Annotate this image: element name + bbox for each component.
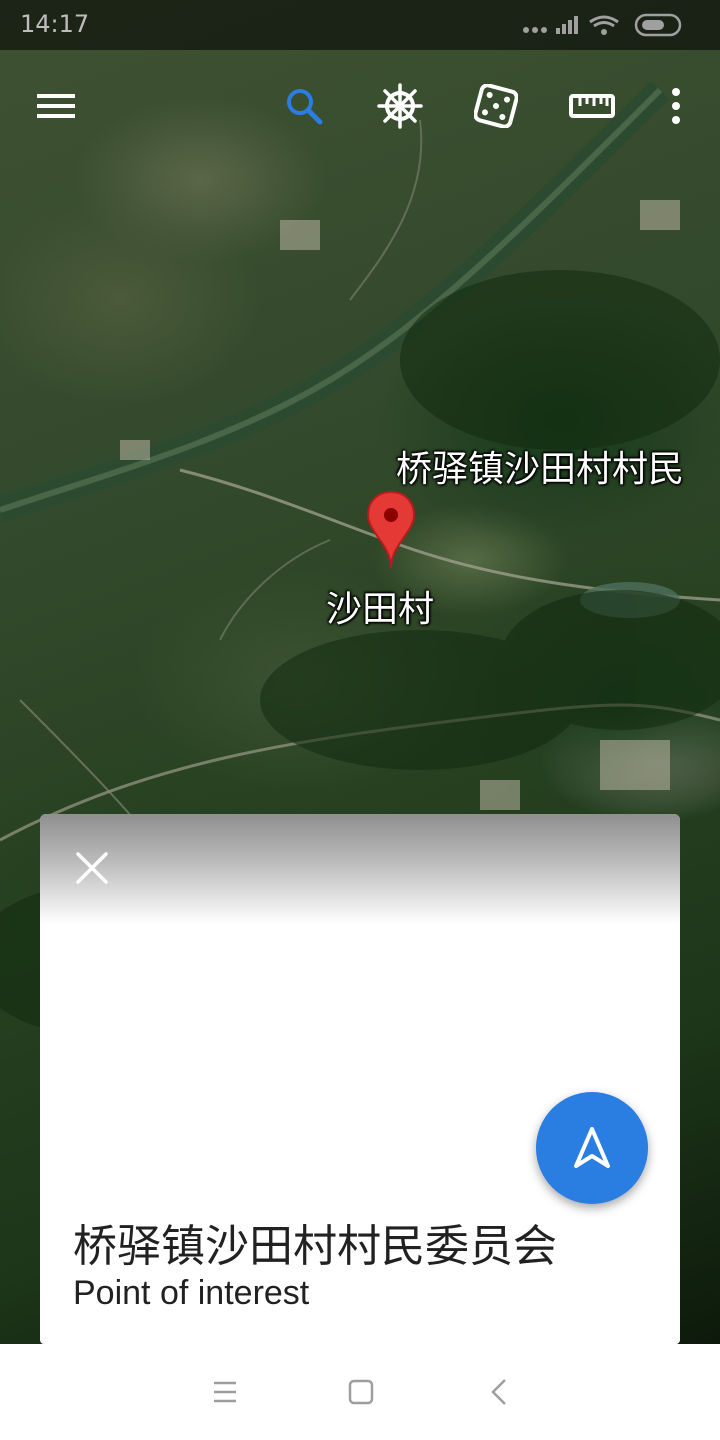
status-time: 14:17 — [20, 10, 90, 38]
place-category: Point of interest — [73, 1274, 310, 1312]
menu-icon[interactable] — [28, 78, 84, 134]
home-icon[interactable] — [341, 1372, 381, 1412]
card-image-header — [40, 814, 680, 924]
place-title: 桥驿镇沙田村村民委员会 — [73, 1221, 557, 1272]
dice-icon[interactable] — [468, 78, 524, 134]
navigation-arrow-icon — [574, 1127, 610, 1168]
village-map-label[interactable]: 沙田村 — [326, 580, 434, 632]
status-bar: 14:17 — [0, 0, 720, 50]
map-pin-icon[interactable] — [366, 490, 416, 570]
top-toolbar — [0, 70, 720, 140]
ship-wheel-icon[interactable] — [372, 78, 428, 134]
navigate-button[interactable] — [536, 1092, 648, 1204]
close-icon[interactable] — [70, 846, 114, 890]
recent-apps-icon[interactable] — [205, 1372, 245, 1412]
ruler-icon[interactable] — [564, 78, 620, 134]
system-nav-bar — [0, 1344, 720, 1440]
back-icon[interactable] — [479, 1372, 519, 1412]
poi-map-label[interactable]: 桥驿镇沙田村村民 — [396, 440, 684, 492]
status-icons — [523, 13, 682, 37]
more-vert-icon[interactable] — [648, 78, 704, 134]
search-icon[interactable] — [276, 78, 332, 134]
place-info-card[interactable]: 桥驿镇沙田村村民委员会 Point of interest — [40, 814, 680, 1344]
